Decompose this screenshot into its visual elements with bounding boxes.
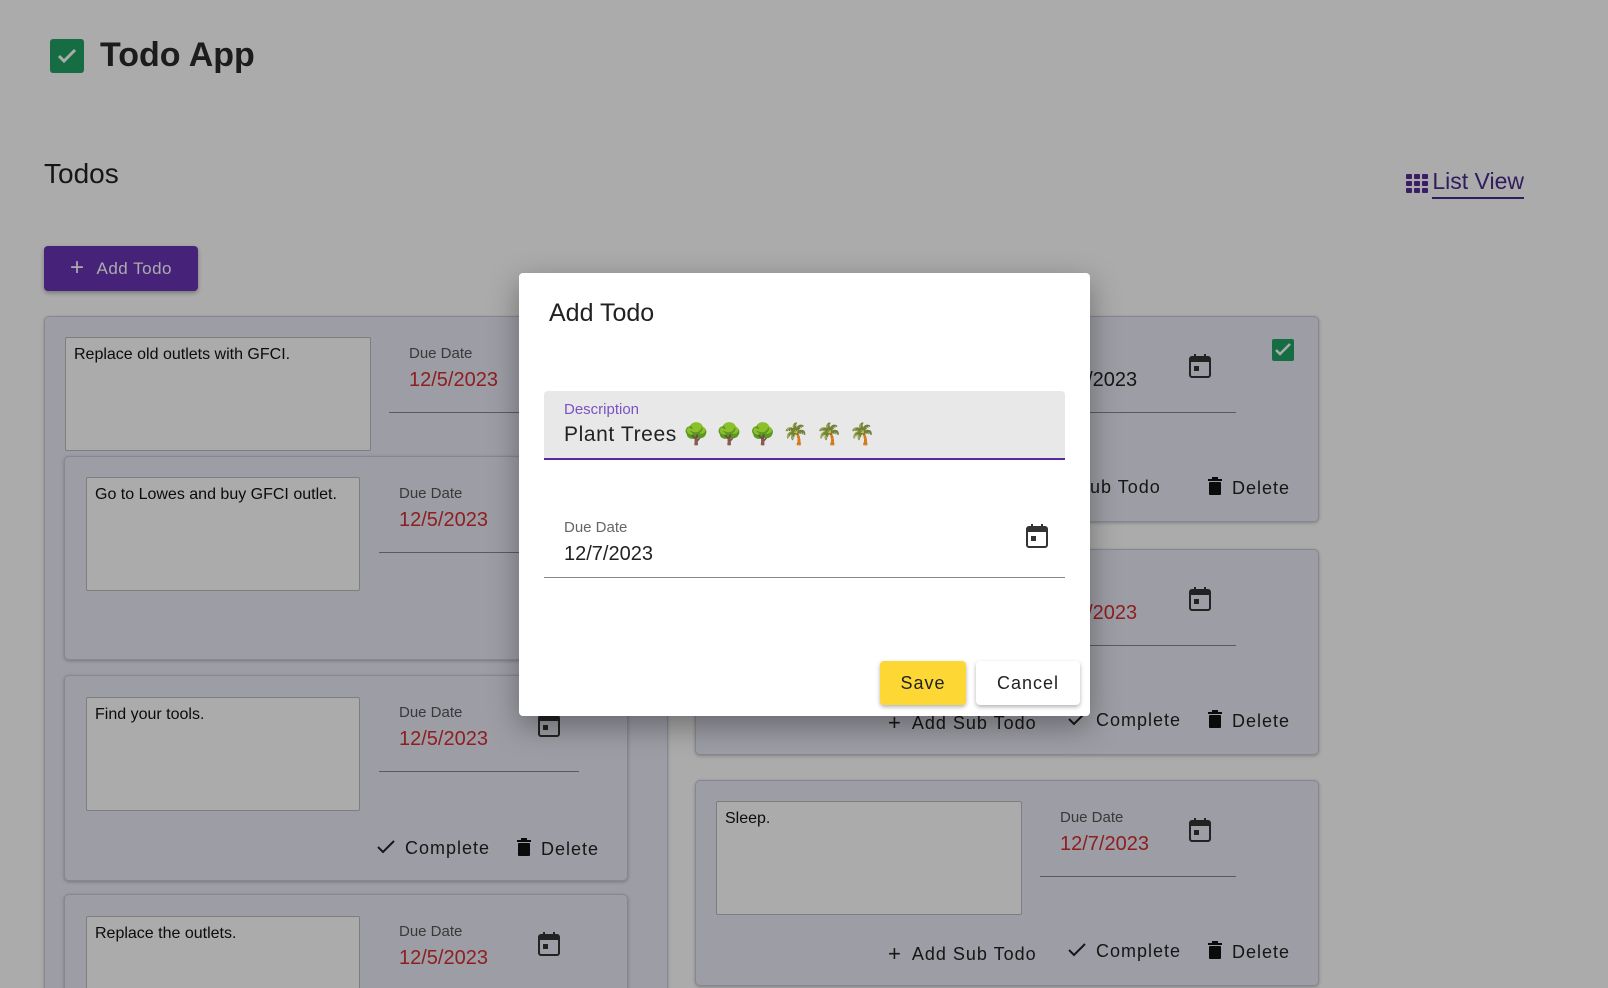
due-date-label: Due Date — [564, 519, 628, 536]
due-date-input[interactable]: 12/7/2023 — [564, 543, 653, 566]
cancel-button[interactable]: Cancel — [976, 661, 1080, 705]
description-label: Description — [564, 401, 640, 418]
description-input[interactable]: Plant Trees 🌳 🌳 🌳 🌴 🌴 🌴 — [564, 423, 876, 447]
description-field[interactable]: Description Plant Trees 🌳 🌳 🌳 🌴 🌴 🌴 — [544, 391, 1065, 460]
dialog-title: Add Todo — [549, 299, 655, 327]
calendar-icon[interactable] — [1025, 523, 1049, 554]
due-date-field[interactable]: Due Date 12/7/2023 — [544, 509, 1065, 578]
add-todo-dialog: Add Todo Description Plant Trees 🌳 🌳 🌳 🌴… — [519, 273, 1090, 716]
save-button[interactable]: Save — [880, 661, 966, 705]
